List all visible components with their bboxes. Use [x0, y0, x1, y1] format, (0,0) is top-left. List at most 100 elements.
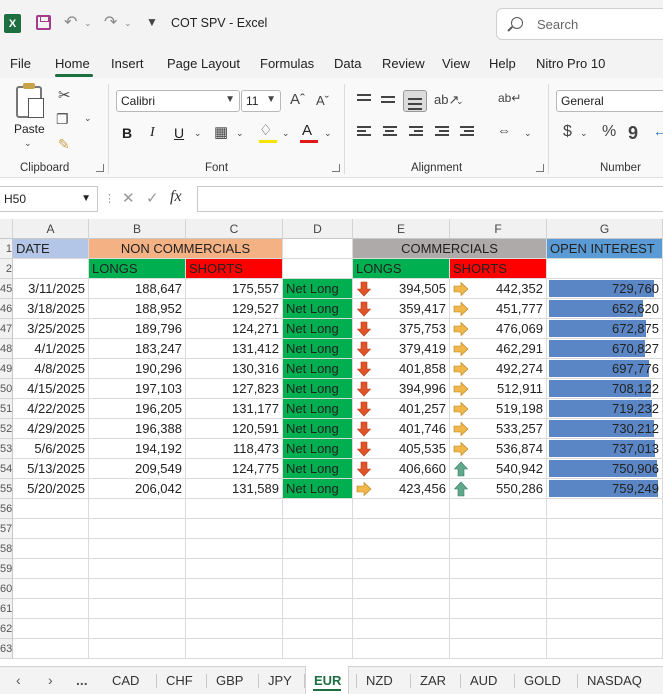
empty-cell[interactable] [450, 519, 547, 539]
row-header[interactable]: 1 [0, 239, 13, 259]
paste-icon[interactable] [16, 83, 44, 118]
nc-shorts-cell[interactable]: 120,591 [186, 419, 283, 439]
open-interest-cell[interactable]: 719,232 [547, 399, 663, 419]
font-launcher-icon[interactable] [332, 164, 340, 172]
tab-home[interactable]: Home [55, 56, 90, 71]
empty-cell[interactable] [186, 499, 283, 519]
empty-cell[interactable] [450, 579, 547, 599]
date-cell[interactable]: 5/6/2025 [13, 439, 89, 459]
status-cell[interactable]: Net Long [283, 399, 353, 419]
empty-cell[interactable] [450, 499, 547, 519]
empty-cell[interactable] [89, 599, 186, 619]
comm-shorts-cell[interactable]: 550,286 [450, 479, 547, 499]
alignment-launcher-icon[interactable] [536, 164, 544, 172]
table-cell[interactable] [13, 259, 89, 279]
empty-cell[interactable] [450, 599, 547, 619]
empty-cell[interactable] [283, 559, 353, 579]
status-cell[interactable]: Net Long [283, 459, 353, 479]
status-cell[interactable]: Net Long [283, 359, 353, 379]
nc-longs-cell[interactable]: 189,796 [89, 319, 186, 339]
next-sheet-icon[interactable]: › [48, 672, 53, 688]
nc-shorts-cell[interactable]: 131,177 [186, 399, 283, 419]
empty-cell[interactable] [353, 599, 450, 619]
sheet-tab-aud[interactable]: AUD [470, 673, 497, 688]
empty-cell[interactable] [283, 539, 353, 559]
select-all-corner[interactable] [0, 219, 13, 239]
sheet-tab-nzd[interactable]: NZD [366, 673, 393, 688]
empty-cell[interactable] [186, 559, 283, 579]
header-comm-shorts[interactable]: SHORTS [450, 259, 547, 279]
orientation-dropdown-icon[interactable]: ⌄ [456, 96, 464, 107]
bold-icon[interactable]: B [122, 125, 132, 141]
row-header[interactable]: 53 [0, 439, 13, 459]
open-interest-cell[interactable]: 697,776 [547, 359, 663, 379]
sheet-tab-eur[interactable]: EUR [314, 673, 341, 688]
comm-longs-cell[interactable]: 394,996 [353, 379, 450, 399]
empty-cell[interactable] [13, 539, 89, 559]
tab-nitro-pro[interactable]: Nitro Pro 10 [536, 56, 605, 71]
comm-shorts-cell[interactable]: 442,352 [450, 279, 547, 299]
open-interest-cell[interactable]: 750,906 [547, 459, 663, 479]
comm-longs-cell[interactable]: 405,535 [353, 439, 450, 459]
column-header-b[interactable]: B [89, 219, 186, 239]
undo-dropdown-icon[interactable]: ⌄ [84, 18, 92, 29]
row-header[interactable]: 60 [0, 579, 13, 599]
date-cell[interactable]: 4/8/2025 [13, 359, 89, 379]
status-cell[interactable]: Net Long [283, 299, 353, 319]
increase-decimal-icon[interactable]: ← [653, 123, 663, 139]
row-header[interactable]: 52 [0, 419, 13, 439]
empty-cell[interactable] [353, 639, 450, 659]
empty-cell[interactable] [283, 639, 353, 659]
comm-longs-cell[interactable]: 401,746 [353, 419, 450, 439]
date-cell[interactable]: 4/29/2025 [13, 419, 89, 439]
align-left-icon[interactable] [357, 126, 371, 138]
row-header[interactable]: 51 [0, 399, 13, 419]
nc-longs-cell[interactable]: 196,205 [89, 399, 186, 419]
empty-cell[interactable] [13, 599, 89, 619]
column-header-c[interactable]: C [186, 219, 283, 239]
increase-font-size-icon[interactable]: Aˆ [290, 91, 305, 108]
nc-shorts-cell[interactable]: 129,527 [186, 299, 283, 319]
date-cell[interactable]: 3/11/2025 [13, 279, 89, 299]
empty-cell[interactable] [89, 619, 186, 639]
comm-longs-cell[interactable]: 401,858 [353, 359, 450, 379]
number-format-select[interactable]: General [556, 90, 663, 112]
font-color-dropdown-icon[interactable]: ⌄ [324, 128, 332, 139]
comm-shorts-cell[interactable]: 492,274 [450, 359, 547, 379]
empty-cell[interactable] [547, 559, 663, 579]
status-cell[interactable]: Net Long [283, 279, 353, 299]
row-header[interactable]: 49 [0, 359, 13, 379]
decrease-font-size-icon[interactable]: Aˇ [316, 93, 329, 108]
empty-cell[interactable] [89, 639, 186, 659]
open-interest-cell[interactable]: 759,249 [547, 479, 663, 499]
tab-data[interactable]: Data [334, 56, 361, 71]
sheet-tab-gbp[interactable]: GBP [216, 673, 243, 688]
row-header[interactable]: 61 [0, 599, 13, 619]
status-cell[interactable]: Net Long [283, 339, 353, 359]
empty-cell[interactable] [89, 539, 186, 559]
comm-shorts-cell[interactable]: 462,291 [450, 339, 547, 359]
nc-shorts-cell[interactable]: 131,589 [186, 479, 283, 499]
font-color-icon[interactable]: A [302, 122, 312, 139]
empty-cell[interactable] [450, 559, 547, 579]
customize-toolbar-icon[interactable]: ▼ [146, 15, 158, 29]
comm-longs-cell[interactable]: 423,456 [353, 479, 450, 499]
status-cell[interactable]: Net Long [283, 379, 353, 399]
row-header[interactable]: 62 [0, 619, 13, 639]
font-name-select[interactable]: Calibri ▼ [116, 90, 240, 112]
empty-cell[interactable] [353, 539, 450, 559]
date-cell[interactable]: 4/15/2025 [13, 379, 89, 399]
header-open-interest[interactable]: OPEN INTEREST [547, 239, 663, 259]
table-cell[interactable] [283, 259, 353, 279]
nc-longs-cell[interactable]: 190,296 [89, 359, 186, 379]
row-header[interactable]: 55 [0, 479, 13, 499]
empty-cell[interactable] [283, 619, 353, 639]
sheet-tab-gold[interactable]: GOLD [524, 673, 561, 688]
align-right-icon[interactable] [409, 126, 423, 138]
column-header-d[interactable]: D [283, 219, 353, 239]
comm-longs-cell[interactable]: 359,417 [353, 299, 450, 319]
comm-shorts-cell[interactable]: 512,911 [450, 379, 547, 399]
empty-cell[interactable] [13, 519, 89, 539]
nc-longs-cell[interactable]: 183,247 [89, 339, 186, 359]
empty-cell[interactable] [353, 579, 450, 599]
